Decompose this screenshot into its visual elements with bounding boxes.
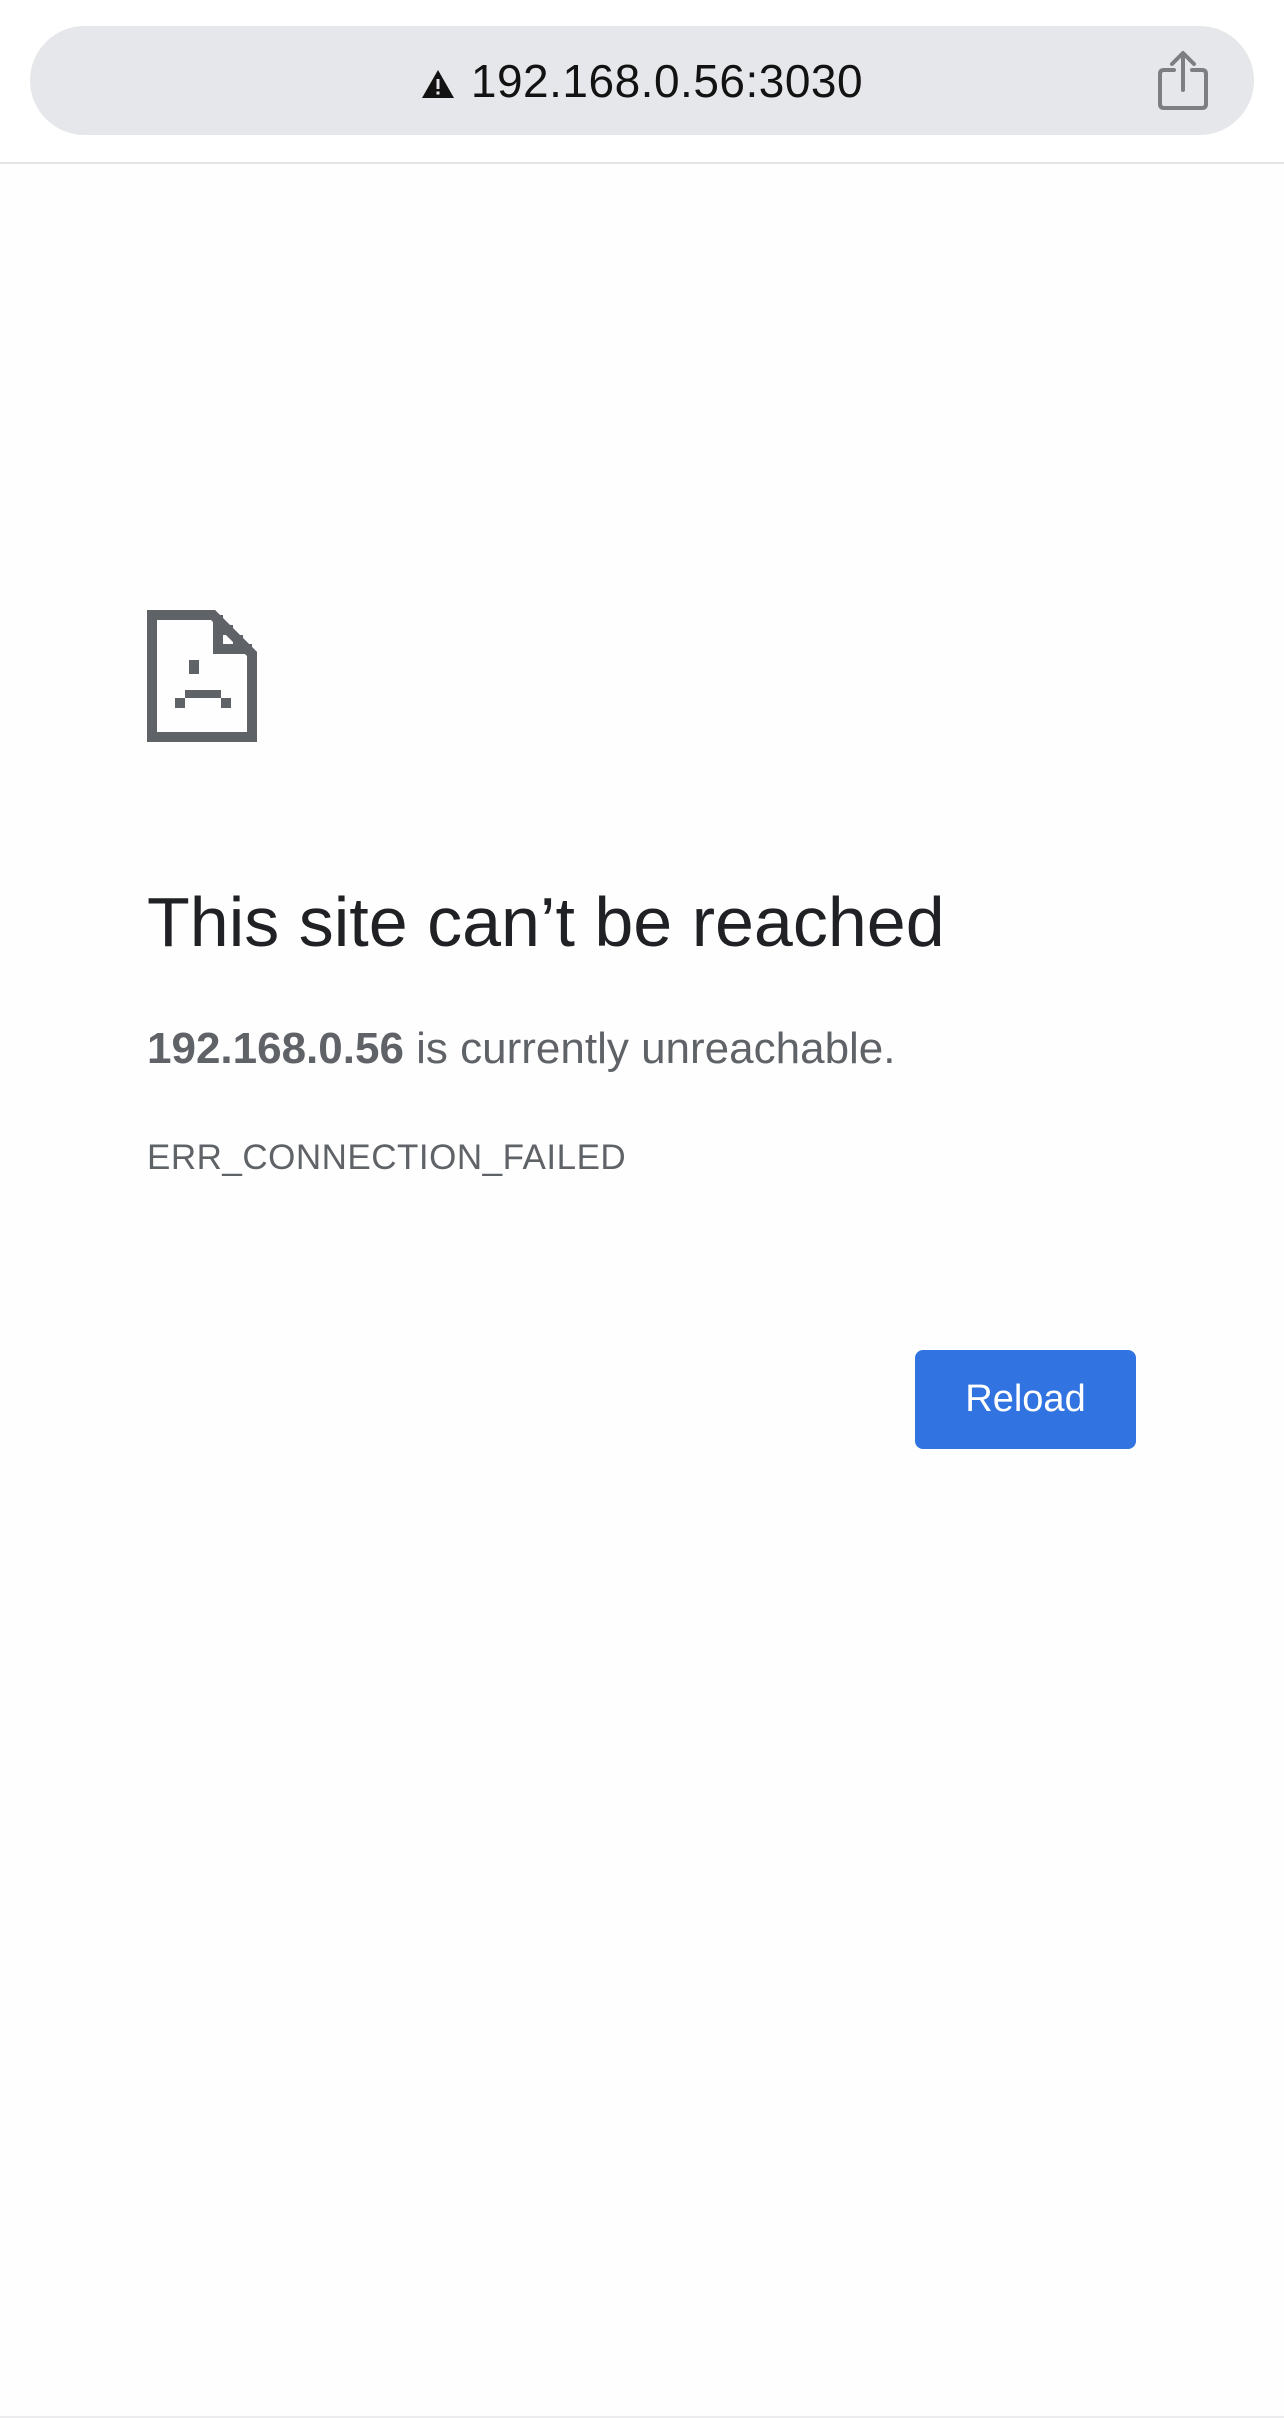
browser-toolbar: 192.168.0.56:3030 <box>0 0 1284 164</box>
error-description-suffix: is currently unreachable. <box>403 1024 896 1073</box>
address-bar-content: 192.168.0.56:3030 <box>30 26 1254 135</box>
warning-triangle-icon <box>421 69 454 98</box>
error-title: This site can’t be reached <box>147 883 945 961</box>
error-description: 192.168.0.56 is currently unreachable. <box>147 1024 896 1074</box>
error-code: ERR_CONNECTION_FAILED <box>147 1138 627 1177</box>
browser-page: 192.168.0.56:3030 This site can’t be rea… <box>0 0 1284 2418</box>
share-icon[interactable] <box>1154 48 1212 112</box>
url-text: 192.168.0.56:3030 <box>470 54 864 107</box>
address-bar[interactable]: 192.168.0.56:3030 <box>30 26 1254 135</box>
reload-button[interactable]: Reload <box>915 1350 1136 1449</box>
sad-page-icon <box>147 610 257 742</box>
error-host: 192.168.0.56 <box>147 1024 404 1073</box>
